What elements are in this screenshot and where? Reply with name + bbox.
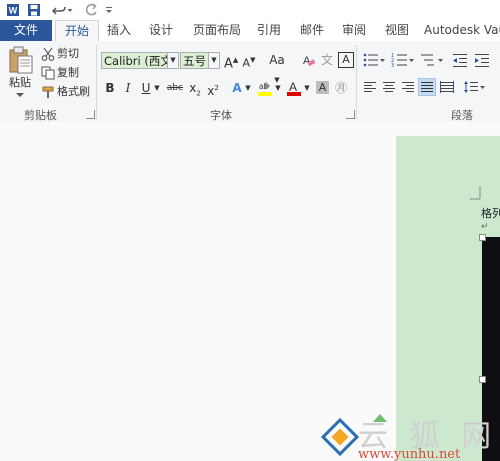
cut-button[interactable]: 剪切 (57, 46, 79, 62)
character-shading-icon[interactable]: A (316, 81, 329, 94)
quick-access-toolbar: W (0, 0, 500, 20)
enclosed-characters-icon[interactable]: ㊊ (334, 80, 348, 96)
page-corner-mark (470, 186, 481, 200)
line-spacing-icon[interactable] (464, 80, 486, 94)
chevron-down-icon[interactable]: ▼ (167, 53, 178, 68)
align-right-icon[interactable] (401, 80, 415, 94)
tab-insert[interactable]: 插入 (101, 20, 137, 41)
shrink-font-icon[interactable]: A▼ (242, 52, 256, 72)
format-painter-button[interactable]: 格式刷 (57, 84, 90, 100)
tab-mailings[interactable]: 邮件 (294, 20, 330, 41)
tab-page-layout[interactable]: 页面布局 (186, 20, 248, 41)
font-dialog-launcher-icon[interactable] (346, 110, 355, 119)
paste-icon[interactable] (8, 45, 34, 75)
paste-dropdown-icon[interactable] (16, 93, 24, 99)
word-logo-icon[interactable]: W (6, 2, 20, 18)
phonetic-guide-icon[interactable]: 文 (320, 52, 334, 68)
tab-file[interactable]: 文件 (0, 20, 52, 41)
customize-qat-icon[interactable] (105, 2, 113, 18)
clipboard-dialog-launcher-icon[interactable] (86, 110, 95, 119)
tab-home[interactable]: 开始 (55, 20, 99, 43)
tab-references[interactable]: 引用 (251, 20, 287, 41)
undo-dropdown-icon[interactable] (67, 2, 73, 18)
copy-icon[interactable] (41, 66, 55, 80)
align-center-icon[interactable] (382, 80, 396, 94)
group-divider (96, 45, 97, 119)
svg-text:W: W (9, 6, 18, 16)
redo-icon[interactable] (84, 2, 98, 18)
chevron-down-icon[interactable]: ▼ (303, 80, 311, 96)
align-left-icon[interactable] (363, 80, 377, 94)
document-caption-text[interactable]: 格列 (481, 205, 500, 221)
bold-icon[interactable]: B (104, 80, 116, 96)
svg-text:A: A (289, 80, 297, 94)
undo-icon[interactable] (52, 2, 66, 18)
paste-button[interactable]: 粘贴 (9, 75, 31, 91)
tab-review[interactable]: 审阅 (336, 20, 372, 41)
chevron-down-icon[interactable]: ▼ (153, 80, 161, 96)
increase-indent-icon[interactable] (474, 52, 490, 68)
watermark-logo: 云 狐 网 www.yunhu.net (320, 414, 491, 461)
strikethrough-icon[interactable]: abc (166, 80, 184, 96)
tab-view[interactable]: 视图 (379, 20, 415, 41)
font-name-combo[interactable]: Calibri (西文I ▼ (101, 52, 179, 69)
decrease-indent-icon[interactable] (452, 52, 468, 68)
font-name-value: Calibri (西文I (104, 54, 176, 68)
image-resize-handle[interactable] (479, 234, 486, 241)
tab-design[interactable]: 设计 (143, 20, 179, 41)
copy-button[interactable]: 复制 (57, 65, 79, 81)
format-painter-icon[interactable] (41, 85, 55, 99)
group-divider (356, 45, 357, 119)
character-border-icon[interactable]: A (338, 52, 354, 68)
grow-font-icon[interactable]: A▲ (224, 52, 238, 72)
tab-autodesk-vault[interactable]: Autodesk Vau (424, 20, 500, 41)
ribbon-home: 粘贴 剪切 复制 格式刷 剪贴板 Calibri (西文I ▼ 五号 ▼ A▲ … (0, 41, 500, 123)
chevron-down-icon[interactable]: ▼ (274, 80, 282, 96)
highlight-color-icon[interactable]: ab (257, 80, 273, 97)
font-size-value: 五号 (183, 54, 206, 68)
chevron-down-icon[interactable]: ▼ (244, 80, 252, 96)
image-resize-handle[interactable] (479, 376, 486, 383)
ribbon-tab-bar: 文件 开始 插入 设计 页面布局 引用 邮件 审阅 视图 Autodesk Va… (0, 20, 500, 43)
font-size-combo[interactable]: 五号 ▼ (180, 52, 220, 69)
paragraph-group-label: 段落 (451, 109, 473, 122)
chevron-down-icon[interactable]: ▼ (208, 53, 219, 68)
font-color-icon[interactable]: A (286, 80, 302, 97)
paragraph-mark-icon: ↵ (481, 222, 489, 232)
multilevel-list-icon[interactable] (420, 52, 444, 68)
watermark-url: www.yunhu.net (358, 447, 461, 461)
text-effects-icon[interactable]: A (230, 80, 244, 96)
superscript-icon[interactable]: x2 (206, 80, 220, 99)
subscript-icon[interactable]: x2 (188, 80, 202, 101)
save-icon[interactable] (27, 2, 41, 18)
bullets-icon[interactable] (362, 52, 386, 68)
underline-icon[interactable]: U (140, 80, 152, 96)
italic-icon[interactable]: I (122, 80, 134, 96)
numbering-icon[interactable]: 1 2 3 (391, 52, 415, 68)
svg-text:3: 3 (391, 63, 394, 68)
clear-formatting-icon[interactable]: A (302, 53, 316, 68)
font-group-label: 字体 (210, 109, 232, 122)
clipboard-group-label: 剪贴板 (24, 109, 57, 122)
justify-icon[interactable] (418, 78, 436, 96)
cut-icon[interactable] (41, 47, 55, 61)
distributed-align-icon[interactable] (440, 80, 454, 94)
